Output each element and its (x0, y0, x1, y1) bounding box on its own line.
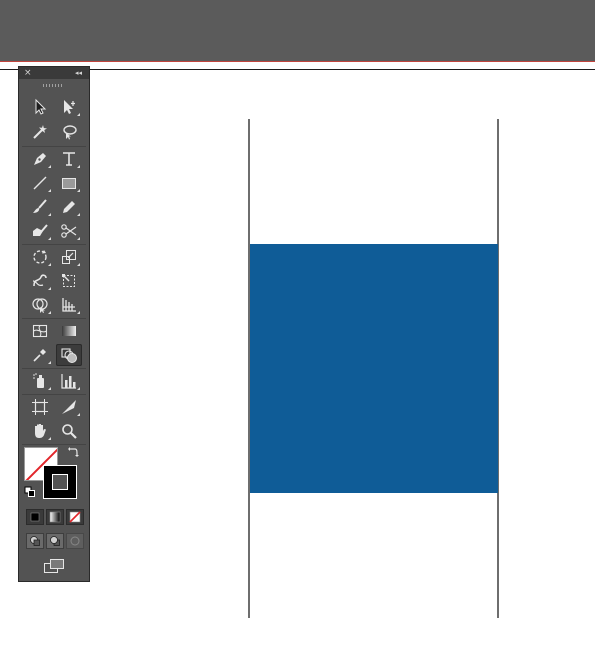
panel-grip[interactable] (43, 84, 64, 87)
mesh-tool[interactable] (27, 320, 53, 342)
stroke-swatch[interactable] (43, 465, 77, 499)
screen-mode-icon (44, 559, 64, 573)
color-mode-button[interactable] (26, 509, 44, 525)
hand-tool[interactable] (27, 420, 53, 442)
close-panel-button[interactable]: × (24, 67, 32, 79)
magic-wand-tool[interactable] (27, 121, 53, 143)
solid-color-icon (30, 512, 40, 522)
rectangle-icon (62, 178, 76, 189)
blob-brush-icon (33, 224, 48, 236)
gradient-mode-button[interactable] (46, 509, 64, 525)
line-tool[interactable] (27, 172, 53, 194)
direct-selection-tool[interactable] (56, 96, 82, 118)
draw-behind-button[interactable] (46, 533, 64, 549)
tools-panel: × ◂◂ (18, 66, 90, 582)
collapse-panel-button[interactable]: ◂◂ (75, 67, 82, 79)
symbol-sprayer-tool[interactable] (27, 370, 53, 392)
none-mode-button[interactable] (66, 509, 84, 525)
panel-separator (22, 244, 86, 245)
scissors-icon (61, 224, 77, 238)
blob-brush-tool[interactable] (27, 220, 53, 242)
draw-inside-button[interactable] (66, 533, 84, 549)
line-icon (33, 176, 47, 190)
free-transform-tool[interactable] (56, 270, 82, 292)
blue-rectangle-shape[interactable] (250, 244, 498, 493)
slice-tool[interactable] (56, 396, 82, 418)
rotate-icon (33, 250, 47, 264)
lasso-tool[interactable] (56, 121, 82, 143)
type-icon (63, 152, 75, 166)
gradient-icon (62, 326, 76, 336)
swap-fill-stroke-button[interactable] (66, 445, 80, 459)
draw-behind-icon (50, 536, 60, 546)
column-graph-tool[interactable] (56, 370, 82, 392)
pen-icon (34, 153, 46, 165)
magic-wand-icon (33, 125, 47, 139)
pencil-icon (63, 201, 75, 213)
perspective-grid-tool[interactable] (56, 294, 82, 316)
artboard-icon (32, 399, 48, 415)
scissors-tool[interactable] (56, 220, 82, 242)
warp-icon (32, 274, 47, 287)
blend-tool[interactable] (56, 344, 82, 366)
eyedropper-icon (33, 349, 46, 362)
zoom-icon (62, 424, 77, 439)
scale-tool[interactable] (56, 246, 82, 268)
zoom-tool[interactable] (56, 420, 82, 442)
change-screen-mode-button[interactable] (41, 557, 67, 575)
stroke-inner (52, 474, 68, 490)
free-transform-icon (62, 274, 75, 287)
mesh-icon (32, 324, 48, 338)
artboard-tool[interactable] (27, 396, 53, 418)
selection-tool[interactable] (27, 96, 53, 118)
lasso-icon (63, 125, 77, 140)
panel-separator (22, 146, 86, 147)
shape-builder-icon (32, 298, 48, 313)
pen-tool[interactable] (27, 148, 53, 170)
column-graph-icon (61, 374, 76, 389)
default-colors-icon (24, 486, 35, 497)
panel-separator (22, 368, 86, 369)
paintbrush-tool[interactable] (27, 196, 53, 218)
scale-icon (62, 250, 76, 264)
swap-arrows-icon (68, 447, 79, 457)
draw-normal-icon (30, 536, 40, 546)
symbol-sprayer-icon (33, 373, 44, 388)
eyedropper-tool[interactable] (27, 344, 53, 366)
warp-tool[interactable] (27, 270, 53, 292)
panel-separator (22, 394, 86, 395)
rectangle-tool[interactable] (56, 172, 82, 194)
draw-inside-icon (70, 536, 80, 546)
perspective-grid-icon (62, 298, 76, 312)
type-tool[interactable] (56, 148, 82, 170)
slice-icon (62, 400, 76, 414)
rotate-tool[interactable] (27, 246, 53, 268)
hand-icon (35, 424, 46, 438)
guide-line (0, 61, 595, 62)
application-bar (0, 0, 595, 62)
gradient-tool[interactable] (56, 320, 82, 342)
direct-arrow-icon (64, 100, 75, 114)
panel-separator (22, 318, 86, 319)
blend-icon (61, 348, 77, 363)
default-fill-stroke-button[interactable] (23, 485, 37, 499)
shape-builder-tool[interactable] (27, 294, 53, 316)
tools-panel-header[interactable]: × ◂◂ (19, 67, 89, 79)
pencil-tool[interactable] (56, 196, 82, 218)
gradient-swatch-icon (49, 511, 61, 523)
draw-normal-button[interactable] (26, 533, 44, 549)
arrow-icon (35, 98, 47, 115)
brush-icon (33, 199, 47, 213)
none-swatch-icon (69, 511, 81, 523)
